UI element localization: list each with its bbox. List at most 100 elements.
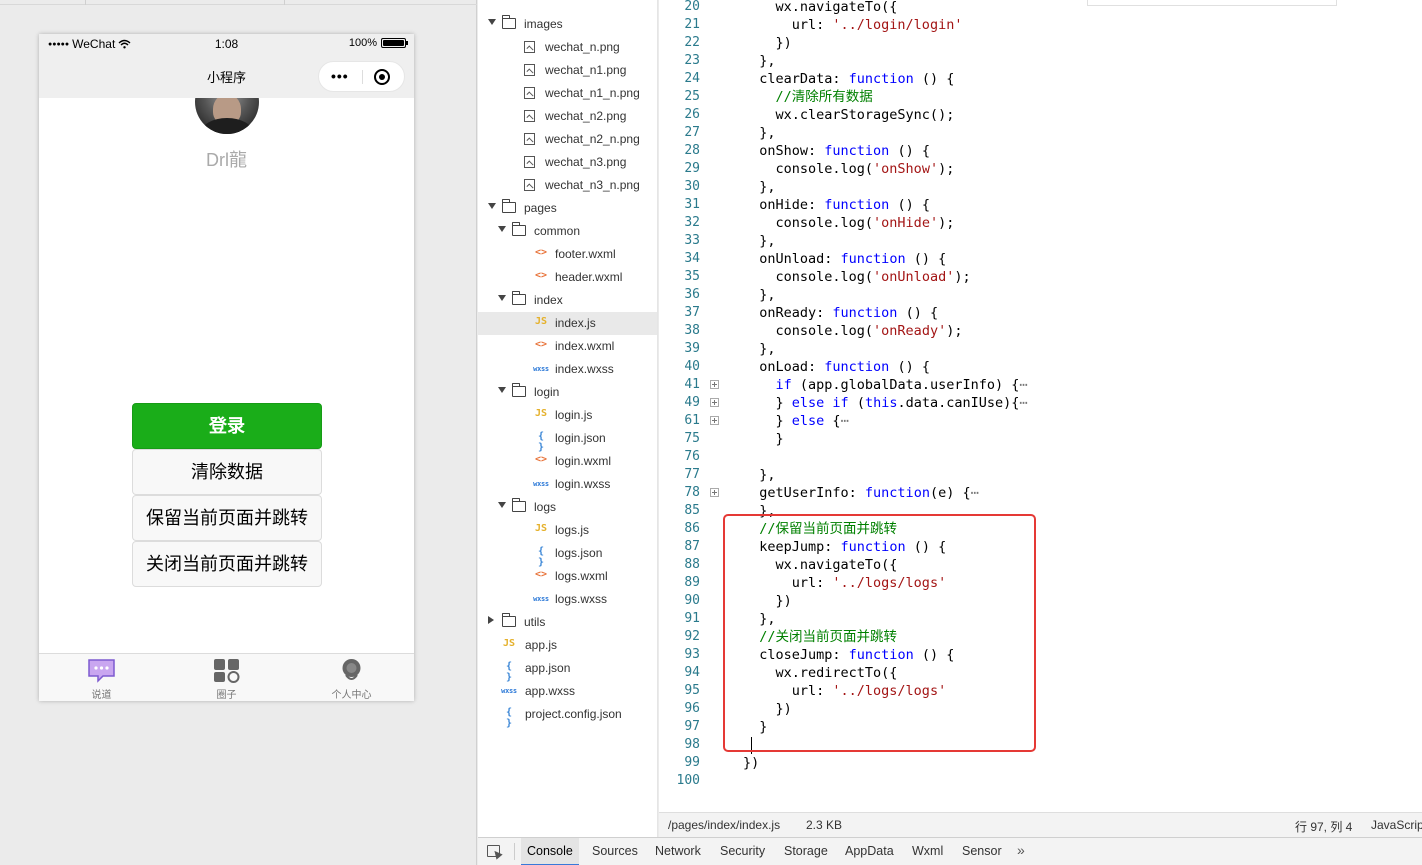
file-app-json[interactable]: { } app.json [478, 657, 657, 683]
code-line[interactable]: 88 wx.navigateTo({ [659, 556, 1422, 574]
code-line[interactable]: 21 url: '../login/login' [659, 16, 1422, 34]
code-line[interactable]: 98 [659, 736, 1422, 754]
code-line[interactable]: 100 [659, 772, 1422, 790]
code-line[interactable]: 31 onHide: function () { [659, 196, 1422, 214]
chevron-down-icon[interactable] [498, 502, 506, 508]
chevron-down-icon[interactable] [498, 295, 506, 301]
code-line[interactable]: 37 onReady: function () { [659, 304, 1422, 322]
code-line[interactable]: 93 closeJump: function () { [659, 646, 1422, 664]
more-icon[interactable]: ••• [331, 68, 349, 84]
expand-fold-icon[interactable] [710, 488, 719, 497]
code-line[interactable]: 30 }, [659, 178, 1422, 196]
language-mode[interactable]: JavaScript [1371, 818, 1422, 832]
code-line[interactable]: 77 }, [659, 466, 1422, 484]
file-app-js[interactable]: JS app.js [478, 634, 657, 657]
code-line[interactable]: 41 if (app.globalData.userInfo) {⋯ [659, 376, 1422, 394]
file-app-wxss[interactable]: wxss app.wxss [478, 680, 657, 703]
code-line[interactable]: 34 onUnload: function () { [659, 250, 1422, 268]
tab-sensor[interactable]: Sensor [956, 838, 1008, 865]
file-wechat_n2-png[interactable]: wechat_n2.png [478, 105, 657, 128]
tab-chat[interactable]: 说道 [39, 654, 164, 701]
file-wechat_n2_n-png[interactable]: wechat_n2_n.png [478, 128, 657, 151]
code-line[interactable]: 90 }) [659, 592, 1422, 610]
code-line[interactable]: 97 } [659, 718, 1422, 736]
file-project-config-json[interactable]: { } project.config.json [478, 703, 657, 729]
close-mini-program-icon[interactable] [374, 69, 390, 85]
expand-fold-icon[interactable] [710, 398, 719, 407]
tab-circle[interactable]: 圈子 [164, 654, 289, 701]
file-login-wxml[interactable]: <> login.wxml [478, 450, 657, 473]
folder-logs[interactable]: logs [478, 496, 657, 519]
expand-fold-icon[interactable] [710, 380, 719, 389]
chevron-right-icon[interactable] [488, 616, 494, 624]
file-logs-js[interactable]: JS logs.js [478, 519, 657, 542]
code-line[interactable]: 86 //保留当前页面并跳转 [659, 520, 1422, 538]
code-line[interactable]: 22 }) [659, 34, 1422, 52]
folder-utils[interactable]: utils [478, 611, 657, 634]
inspect-element-icon[interactable] [487, 845, 500, 857]
chevron-down-icon[interactable] [488, 203, 496, 209]
code-line[interactable]: 61 } else {⋯ [659, 412, 1422, 430]
code-line[interactable]: 76 [659, 448, 1422, 466]
file-index-js[interactable]: JS index.js [478, 312, 657, 335]
file-footer-wxml[interactable]: <> footer.wxml [478, 243, 657, 266]
code-line[interactable]: 35 console.log('onUnload'); [659, 268, 1422, 286]
folder-pages[interactable]: pages [478, 197, 657, 220]
keep-jump-button[interactable]: 保留当前页面并跳转 [132, 495, 322, 541]
more-tabs-icon[interactable]: » [1017, 842, 1025, 858]
code-line[interactable]: 38 console.log('onReady'); [659, 322, 1422, 340]
code-line[interactable]: 25 //清除所有数据 [659, 88, 1422, 106]
code-line[interactable]: 24 clearData: function () { [659, 70, 1422, 88]
code-line[interactable]: 28 onShow: function () { [659, 142, 1422, 160]
tab-console[interactable]: Console [521, 838, 579, 865]
code-editor[interactable]: 20 wx.navigateTo({21 url: '../login/logi… [659, 0, 1422, 812]
tab-profile[interactable]: 个人中心 [289, 654, 414, 701]
chevron-down-icon[interactable] [498, 387, 506, 393]
code-line[interactable]: 87 keepJump: function () { [659, 538, 1422, 556]
code-line[interactable]: 39 }, [659, 340, 1422, 358]
code-line[interactable]: 23 }, [659, 52, 1422, 70]
code-line[interactable]: 40 onLoad: function () { [659, 358, 1422, 376]
expand-fold-icon[interactable] [710, 416, 719, 425]
file-index-wxss[interactable]: wxss index.wxss [478, 358, 657, 381]
file-login-json[interactable]: { } login.json [478, 427, 657, 453]
code-line[interactable]: 32 console.log('onHide'); [659, 214, 1422, 232]
file-logs-json[interactable]: { } logs.json [478, 542, 657, 568]
code-line[interactable]: 89 url: '../logs/logs' [659, 574, 1422, 592]
file-index-wxml[interactable]: <> index.wxml [478, 335, 657, 358]
chevron-down-icon[interactable] [488, 19, 496, 25]
tab-sources[interactable]: Sources [586, 838, 644, 865]
folder-login[interactable]: login [478, 381, 657, 404]
code-line[interactable]: 29 console.log('onShow'); [659, 160, 1422, 178]
file-logs-wxml[interactable]: <> logs.wxml [478, 565, 657, 588]
file-login-wxss[interactable]: wxss login.wxss [478, 473, 657, 496]
folder-common[interactable]: common [478, 220, 657, 243]
file-header-wxml[interactable]: <> header.wxml [478, 266, 657, 289]
folder-images[interactable]: images [478, 13, 657, 36]
tab-wxml[interactable]: Wxml [906, 838, 949, 865]
code-line[interactable]: 95 url: '../logs/logs' [659, 682, 1422, 700]
tab-network[interactable]: Network [649, 838, 707, 865]
file-wechat_n1_n-png[interactable]: wechat_n1_n.png [478, 82, 657, 105]
code-line[interactable]: 75 } [659, 430, 1422, 448]
code-line[interactable]: 94 wx.redirectTo({ [659, 664, 1422, 682]
code-line[interactable]: 49 } else if (this.data.canIUse){⋯ [659, 394, 1422, 412]
code-line[interactable]: 36 }, [659, 286, 1422, 304]
chevron-down-icon[interactable] [498, 226, 506, 232]
code-line[interactable]: 85 }, [659, 502, 1422, 520]
code-line[interactable]: 92 //关闭当前页面并跳转 [659, 628, 1422, 646]
file-wechat_n3_n-png[interactable]: wechat_n3_n.png [478, 174, 657, 197]
code-line[interactable]: 33 }, [659, 232, 1422, 250]
code-line[interactable]: 78 getUserInfo: function(e) {⋯ [659, 484, 1422, 502]
file-login-js[interactable]: JS login.js [478, 404, 657, 427]
tab-appdata[interactable]: AppData [839, 838, 900, 865]
login-button[interactable]: 登录 [132, 403, 322, 449]
tab-security[interactable]: Security [714, 838, 771, 865]
clear-data-button[interactable]: 清除数据 [132, 449, 322, 495]
code-line[interactable]: 91 }, [659, 610, 1422, 628]
code-line[interactable]: 26 wx.clearStorageSync(); [659, 106, 1422, 124]
file-logs-wxss[interactable]: wxss logs.wxss [478, 588, 657, 611]
code-line[interactable]: 20 wx.navigateTo({ [659, 0, 1422, 16]
file-wechat_n1-png[interactable]: wechat_n1.png [478, 59, 657, 82]
close-jump-button[interactable]: 关闭当前页面并跳转 [132, 541, 322, 587]
